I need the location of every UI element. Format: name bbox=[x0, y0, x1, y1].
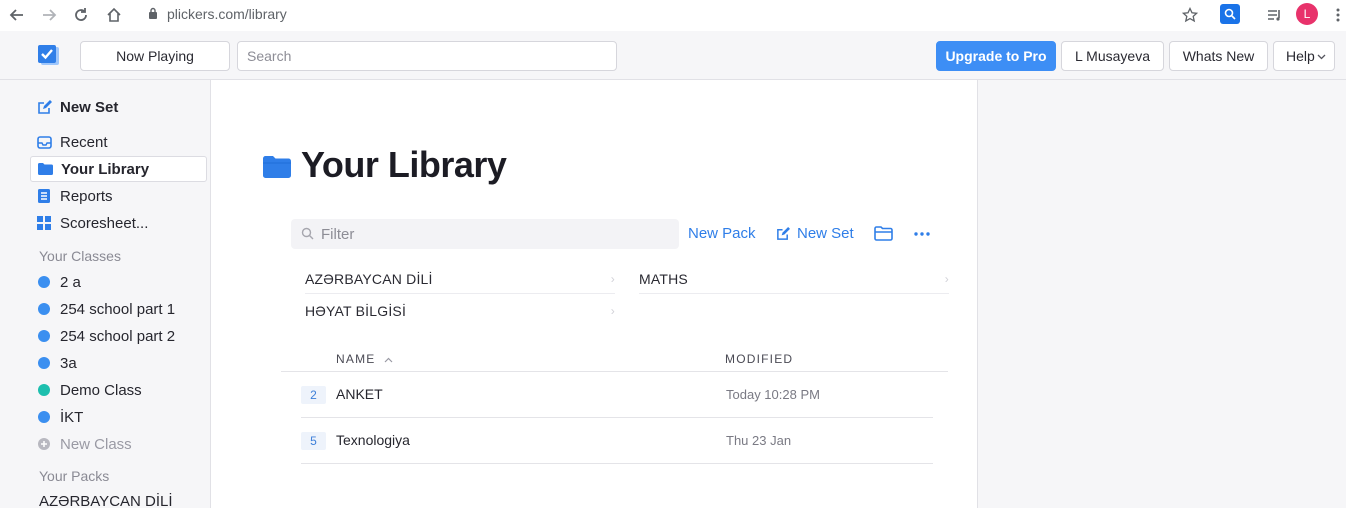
folder-icon bbox=[37, 161, 53, 177]
your-classes-header: Your Classes bbox=[39, 248, 121, 264]
sidebar-class-item[interactable]: İKT bbox=[30, 404, 207, 430]
library-main: Your Library Filter New Pack New Set AZƏ… bbox=[211, 80, 978, 508]
chevron-right-icon: › bbox=[610, 272, 615, 286]
browser-menu-icon[interactable] bbox=[1326, 3, 1346, 27]
search-icon bbox=[301, 227, 314, 244]
plickers-logo-icon[interactable] bbox=[36, 43, 62, 69]
pack-folder-label: AZƏRBAYCAN DİLİ bbox=[305, 270, 433, 287]
filter-placeholder: Filter bbox=[321, 225, 355, 243]
sidebar-item-recent[interactable]: Recent bbox=[30, 129, 207, 155]
sidebar-new-set[interactable]: New Set bbox=[30, 94, 207, 120]
app-topbar: Now Playing Search Upgrade to Pro L Musa… bbox=[0, 31, 1346, 80]
chevron-right-icon: › bbox=[610, 304, 615, 318]
sidebar-class-item[interactable]: 2 a bbox=[30, 269, 207, 295]
name-column-label: NAME bbox=[336, 352, 376, 366]
sidebar-class-label: 2 a bbox=[60, 273, 81, 291]
sort-ascending-icon bbox=[384, 357, 393, 363]
sidebar-new-class-label: New Class bbox=[60, 435, 132, 453]
edit-icon bbox=[776, 226, 790, 241]
question-count-badge: 2 bbox=[301, 386, 326, 404]
upgrade-to-pro-button[interactable]: Upgrade to Pro bbox=[936, 41, 1056, 71]
search-input[interactable]: Search bbox=[237, 41, 617, 71]
chevron-down-icon bbox=[1317, 54, 1326, 60]
reports-icon bbox=[36, 188, 52, 204]
back-icon[interactable] bbox=[5, 3, 29, 27]
browser-toolbar: plickers.com/library L bbox=[0, 0, 1346, 31]
chevron-right-icon: › bbox=[944, 272, 949, 286]
forward-icon[interactable] bbox=[37, 3, 61, 27]
sidebar-new-set-label: New Set bbox=[60, 98, 119, 116]
sidebar-class-item[interactable]: 3a bbox=[30, 350, 207, 376]
table-row[interactable]: 5 Texnologiya Thu 23 Jan bbox=[301, 418, 933, 464]
whats-new-button[interactable]: Whats New bbox=[1169, 41, 1268, 71]
class-color-dot bbox=[38, 357, 50, 369]
new-folder-icon[interactable] bbox=[874, 226, 893, 241]
reload-icon[interactable] bbox=[69, 3, 93, 27]
sidebar-item-library[interactable]: Your Library bbox=[30, 156, 207, 182]
pack-folder-row[interactable]: AZƏRBAYCAN DİLİ › bbox=[305, 264, 615, 294]
new-set-button[interactable]: New Set bbox=[776, 225, 854, 242]
question-count-badge: 5 bbox=[301, 432, 326, 450]
now-playing-button[interactable]: Now Playing bbox=[80, 41, 230, 71]
home-icon[interactable] bbox=[102, 3, 126, 27]
sidebar-class-label: Demo Class bbox=[60, 381, 142, 399]
new-pack-label: New Pack bbox=[688, 225, 756, 242]
sidebar-item-label: Recent bbox=[60, 133, 108, 151]
pack-folder-row[interactable]: MATHS › bbox=[639, 264, 949, 294]
sidebar-class-label: 254 school part 1 bbox=[60, 300, 176, 318]
sidebar-class-item[interactable]: 254 school part 2 bbox=[30, 323, 207, 349]
more-options-icon[interactable] bbox=[914, 232, 930, 236]
sidebar-pack-label: AZƏRBAYCAN DİLİ bbox=[39, 492, 173, 510]
sidebar-class-label: İKT bbox=[60, 408, 84, 426]
sidebar-new-class[interactable]: New Class bbox=[30, 431, 207, 457]
modified-date: Thu 23 Jan bbox=[726, 433, 792, 448]
help-dropdown-button[interactable]: Help bbox=[1273, 41, 1335, 71]
help-label: Help bbox=[1286, 48, 1315, 64]
new-pack-button[interactable]: New Pack bbox=[688, 225, 756, 242]
sidebar-class-label: 254 school part 2 bbox=[60, 327, 176, 345]
user-account-button[interactable]: L Musayeva bbox=[1061, 41, 1164, 71]
address-bar[interactable]: plickers.com/library bbox=[167, 5, 287, 23]
profile-avatar[interactable]: L bbox=[1296, 3, 1318, 25]
class-color-dot bbox=[38, 303, 50, 315]
class-color-dot bbox=[38, 276, 50, 288]
sidebar-item-label: Scoresheet... bbox=[60, 214, 149, 232]
set-name: Texnologiya bbox=[336, 432, 410, 448]
grid-icon bbox=[36, 215, 52, 231]
modified-column-header[interactable]: MODIFIED bbox=[725, 352, 793, 366]
class-color-dot bbox=[38, 384, 50, 396]
edit-icon bbox=[36, 99, 52, 115]
lock-icon bbox=[148, 7, 158, 25]
name-column-header[interactable]: NAME bbox=[336, 352, 393, 366]
library-folder-icon bbox=[263, 156, 291, 183]
sidebar-class-item[interactable]: Demo Class bbox=[30, 377, 207, 403]
sidebar-item-label: Reports bbox=[60, 187, 113, 205]
sidebar-pack-item[interactable]: AZƏRBAYCAN DİLİ bbox=[33, 488, 210, 514]
sidebar-item-label: Your Library bbox=[61, 160, 150, 178]
modified-date: Today 10:28 PM bbox=[726, 387, 820, 402]
sidebar-item-reports[interactable]: Reports bbox=[30, 183, 207, 209]
pack-folder-label: HƏYAT BİLGİSİ bbox=[305, 303, 407, 319]
page-title: Your Library bbox=[301, 144, 507, 185]
bookmark-star-icon[interactable] bbox=[1178, 3, 1202, 27]
class-color-dot bbox=[38, 411, 50, 423]
table-row[interactable]: 2 ANKET Today 10:28 PM bbox=[301, 372, 933, 418]
sidebar: New Set Recent Your Library Reports Scor… bbox=[0, 80, 211, 510]
inbox-icon bbox=[36, 134, 52, 150]
media-queue-icon[interactable] bbox=[1262, 3, 1286, 27]
pack-folder-label: MATHS bbox=[639, 270, 688, 287]
filter-input[interactable]: Filter bbox=[291, 219, 679, 249]
plus-circle-icon bbox=[36, 436, 52, 452]
sidebar-class-label: 3a bbox=[60, 354, 77, 372]
pack-folder-row[interactable]: HƏYAT BİLGİSİ › bbox=[305, 296, 615, 326]
sidebar-class-item[interactable]: 254 school part 1 bbox=[30, 296, 207, 322]
your-packs-header: Your Packs bbox=[39, 468, 110, 484]
class-color-dot bbox=[38, 330, 50, 342]
extension-search-icon[interactable] bbox=[1220, 4, 1240, 24]
sidebar-item-scoresheet[interactable]: Scoresheet... bbox=[30, 210, 207, 236]
set-name: ANKET bbox=[336, 386, 383, 402]
right-panel bbox=[978, 80, 1346, 508]
new-set-label: New Set bbox=[797, 225, 854, 242]
